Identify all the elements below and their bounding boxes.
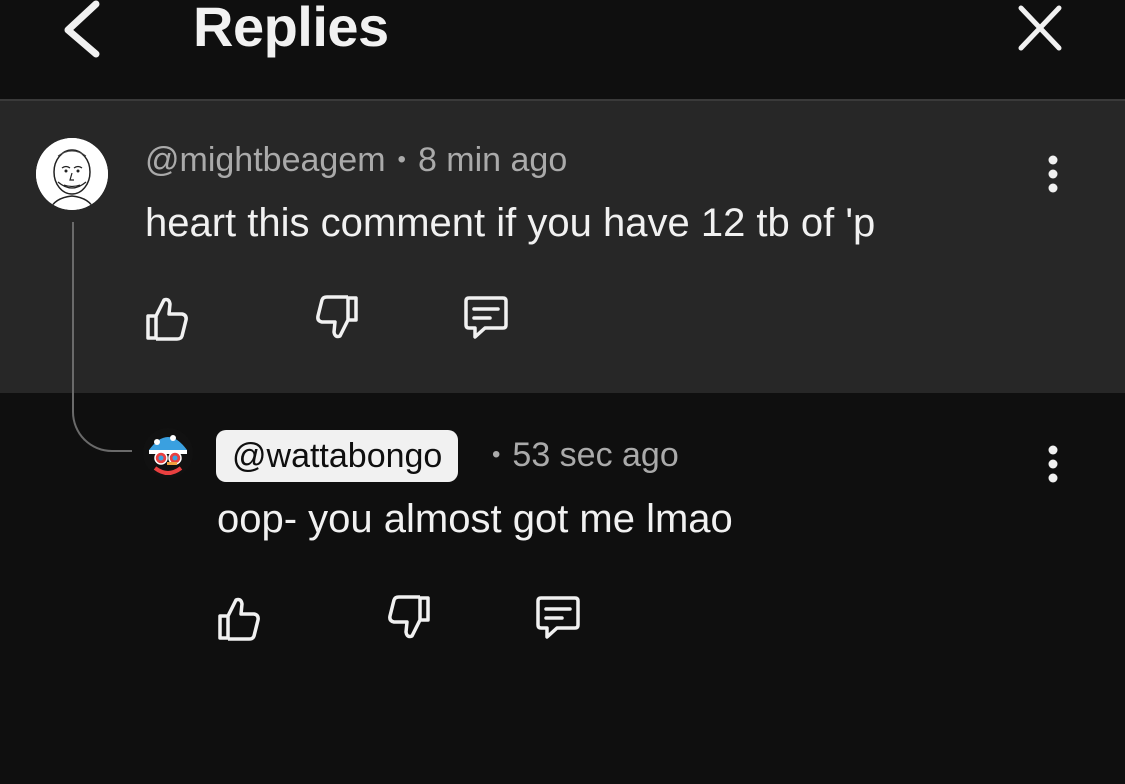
meta-separator: • xyxy=(492,441,501,468)
comment-meta: @mightbeagem • 8 min ago xyxy=(145,141,567,180)
thumbs-down-icon xyxy=(316,295,358,339)
reply-icon xyxy=(536,596,580,639)
highlighted-comment: @mightbeagem • 8 min ago heart this commen… xyxy=(0,101,1125,393)
dislike-button[interactable] xyxy=(380,591,436,647)
close-button[interactable] xyxy=(1013,2,1067,54)
more-vert-icon xyxy=(1048,155,1058,193)
reply-button[interactable] xyxy=(530,591,586,647)
avatar[interactable] xyxy=(36,138,108,210)
thread-connector xyxy=(72,222,132,452)
reply-author-chip[interactable]: @wattabongo xyxy=(216,430,459,482)
page-title: Replies xyxy=(193,0,389,58)
comment-author[interactable]: @mightbeagem xyxy=(145,141,386,179)
thumbs-down-icon xyxy=(388,595,430,639)
header: Replies xyxy=(0,0,1125,101)
reply-meta: • 53 sec ago xyxy=(492,436,679,475)
reply-menu-button[interactable] xyxy=(1037,444,1069,484)
close-icon xyxy=(1018,5,1062,51)
like-button[interactable] xyxy=(140,291,196,347)
comment-text: heart this comment if you have 12 tb of … xyxy=(145,201,876,245)
thumbs-up-icon xyxy=(218,597,260,641)
back-button[interactable] xyxy=(58,0,108,60)
reply-icon xyxy=(464,296,508,339)
avatar[interactable] xyxy=(143,428,193,478)
like-button[interactable] xyxy=(212,591,268,647)
reply-text: oop- you almost got me lmao xyxy=(217,497,733,541)
thumbs-up-icon xyxy=(146,297,188,341)
comment-time: 8 min ago xyxy=(417,141,568,179)
reply-button[interactable] xyxy=(458,291,514,347)
chevron-left-icon xyxy=(64,0,100,58)
more-vert-icon xyxy=(1048,445,1058,483)
meta-separator: • xyxy=(397,146,406,173)
dislike-button[interactable] xyxy=(308,291,364,347)
comment-menu-button[interactable] xyxy=(1037,154,1069,194)
reply-time: 53 sec ago xyxy=(512,436,679,474)
